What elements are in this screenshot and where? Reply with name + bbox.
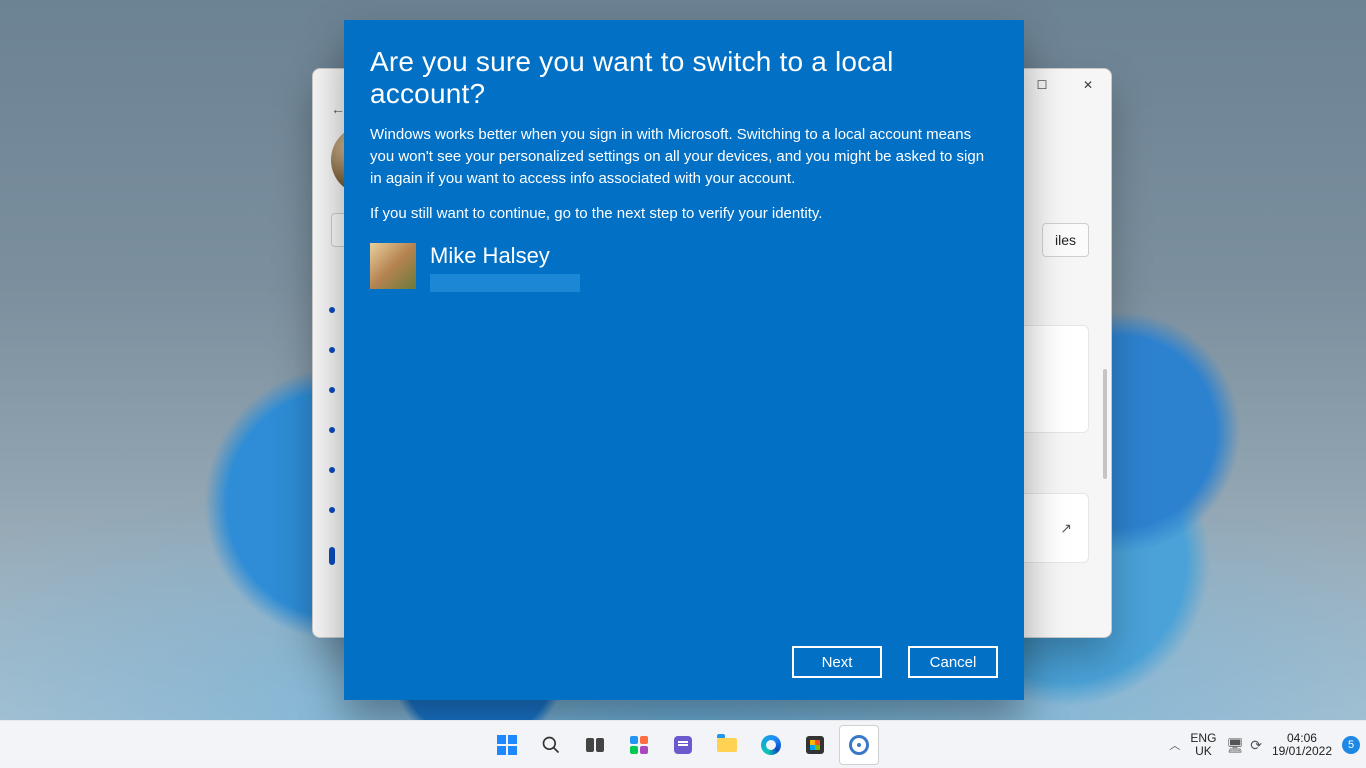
maximize-button[interactable]: ☐ <box>1019 69 1065 101</box>
next-button[interactable]: Next <box>792 646 882 678</box>
dialog-title: Are you sure you want to switch to a loc… <box>370 46 998 110</box>
dialog-user-avatar <box>370 243 416 289</box>
monitor-icon: 🖥 <box>1226 737 1244 754</box>
dialog-body-paragraph-1: Windows works better when you sign in wi… <box>370 124 990 189</box>
switch-local-account-dialog: Are you sure you want to switch to a loc… <box>344 20 1024 700</box>
scrollbar[interactable] <box>1103 369 1107 479</box>
close-button[interactable]: ✕ <box>1065 69 1111 101</box>
microsoft-store-button[interactable] <box>795 725 835 765</box>
widgets-button[interactable] <box>619 725 659 765</box>
dialog-user-email-redacted <box>430 274 580 292</box>
cancel-button[interactable]: Cancel <box>908 646 998 678</box>
sidebar-indicators <box>329 307 335 561</box>
dialog-body: Windows works better when you sign in wi… <box>370 124 990 225</box>
dialog-user: Mike Halsey <box>370 243 998 292</box>
language-bottom: UK <box>1195 745 1212 758</box>
search-icon <box>541 735 561 755</box>
dialog-user-name: Mike Halsey <box>430 243 580 268</box>
folder-icon <box>717 738 737 752</box>
edge-icon <box>761 735 781 755</box>
taskbar-center <box>487 721 879 768</box>
sync-icon: ⟳ <box>1250 737 1262 754</box>
dialog-body-paragraph-2: If you still want to continue, go to the… <box>370 203 990 225</box>
chat-button[interactable] <box>663 725 703 765</box>
widgets-icon <box>630 736 648 754</box>
external-link-icon: ↗ <box>1060 520 1072 537</box>
back-icon[interactable]: ← <box>331 101 345 117</box>
files-button[interactable]: iles <box>1042 223 1089 257</box>
dialog-actions: Next Cancel <box>792 646 998 678</box>
windows-logo-icon <box>497 735 517 755</box>
language-indicator[interactable]: ENG UK <box>1190 732 1216 758</box>
tray-status-icons[interactable]: 🖥 ⟳ <box>1226 737 1262 754</box>
taskbar-tray: ︿ ENG UK 🖥 ⟳ 04:06 19/01/2022 5 <box>1169 721 1360 768</box>
task-view-button[interactable] <box>575 725 615 765</box>
tray-overflow-button[interactable]: ︿ <box>1169 737 1180 753</box>
edge-button[interactable] <box>751 725 791 765</box>
notification-badge[interactable]: 5 <box>1342 736 1360 754</box>
start-button[interactable] <box>487 725 527 765</box>
clock-date: 19/01/2022 <box>1272 745 1332 758</box>
search-button[interactable] <box>531 725 571 765</box>
gear-icon <box>849 735 869 755</box>
clock[interactable]: 04:06 19/01/2022 <box>1272 732 1332 758</box>
settings-app-button[interactable] <box>839 725 879 765</box>
taskbar: ︿ ENG UK 🖥 ⟳ 04:06 19/01/2022 5 <box>0 720 1366 768</box>
file-explorer-button[interactable] <box>707 725 747 765</box>
store-icon <box>806 736 824 754</box>
task-view-icon <box>586 738 604 752</box>
chat-icon <box>674 736 692 754</box>
